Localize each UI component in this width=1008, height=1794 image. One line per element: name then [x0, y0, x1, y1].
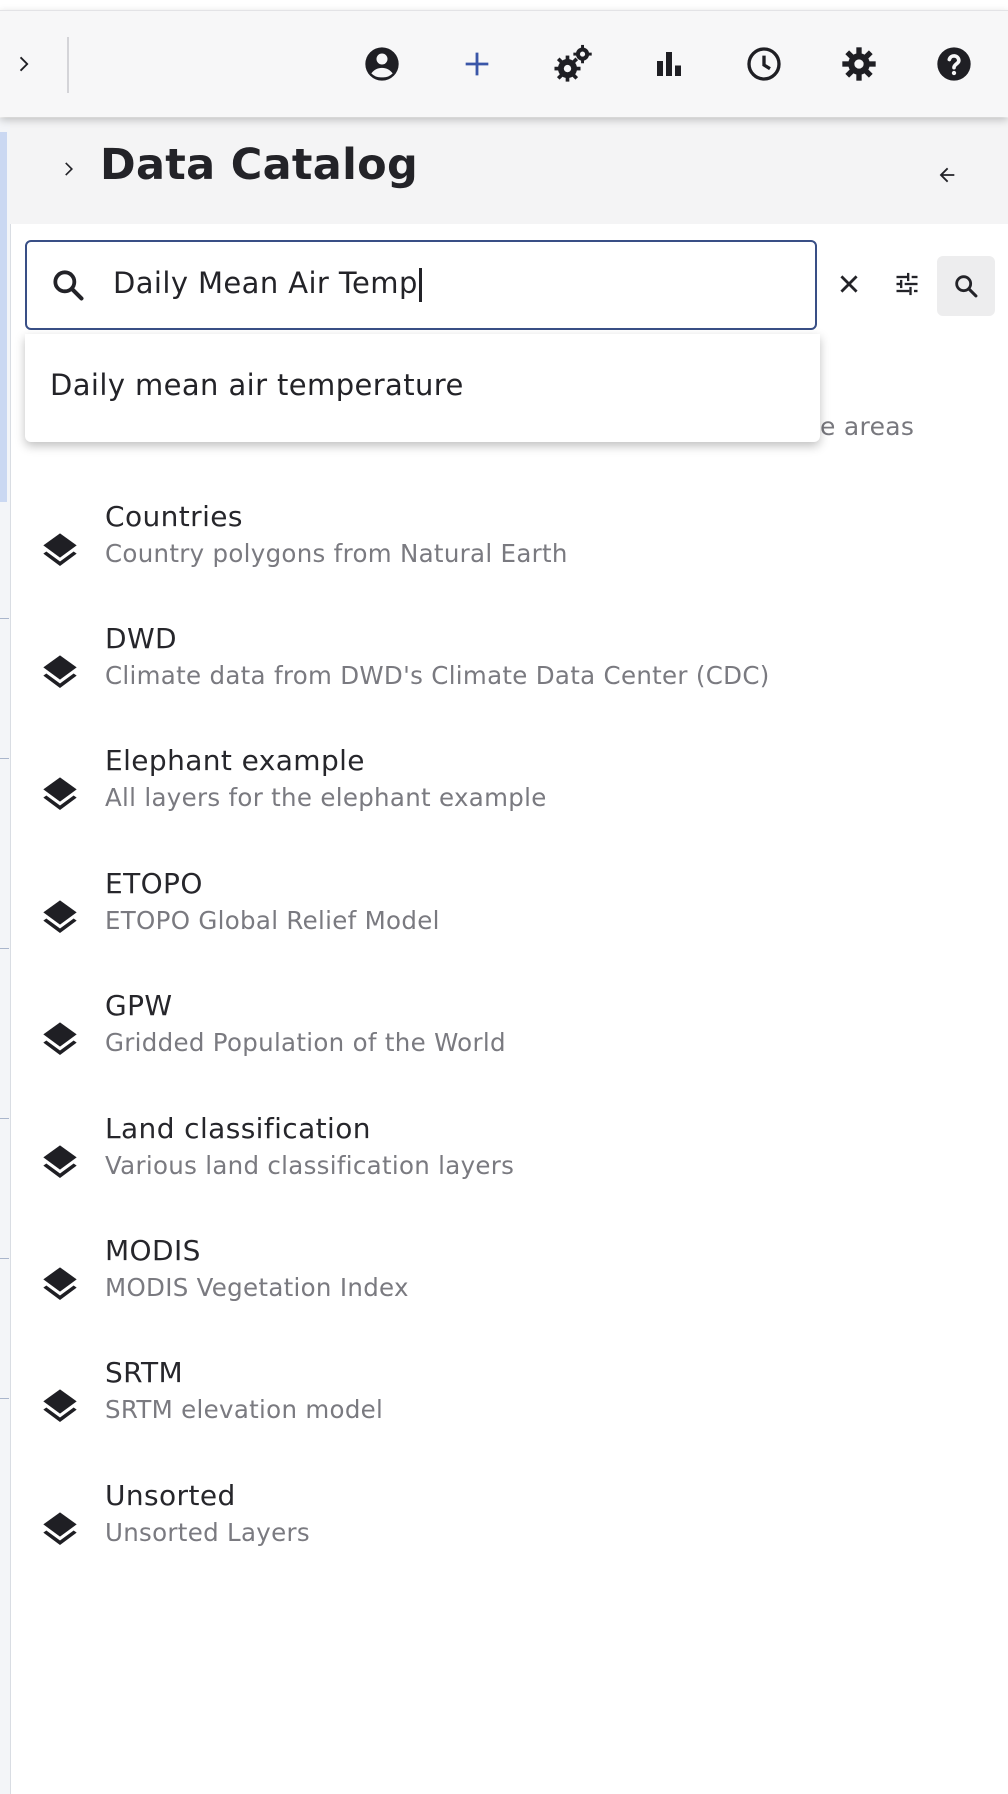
help-button[interactable]: [927, 37, 981, 91]
layers-icon: [43, 1389, 77, 1422]
tune-icon: [896, 272, 918, 296]
layers-icon: [43, 1267, 77, 1300]
panel-header: Data Catalog: [10, 118, 1008, 224]
add-data-button[interactable]: [450, 37, 504, 91]
catalog-item-subtitle: MODIS Vegetation Index: [105, 1273, 409, 1302]
help-icon: [937, 47, 971, 81]
catalog-item-title: MODIS: [105, 1234, 201, 1267]
map-line: [0, 1118, 9, 1119]
filter-button[interactable]: [885, 262, 929, 306]
layers-icon: [43, 900, 77, 933]
catalog-item-subtitle: Climate data from DWD's Climate Data Cen…: [105, 661, 770, 690]
catalog-item-subtitle: Various land classification layers: [105, 1151, 515, 1180]
clock-icon: [747, 47, 781, 81]
catalog-item-countries[interactable]: Countries Country polygons from Natural …: [10, 500, 1008, 620]
map-line: [0, 1398, 9, 1399]
settings-icon: [842, 47, 876, 81]
catalog-item-subtitle: SRTM elevation model: [105, 1395, 384, 1424]
catalog-item-title: GPW: [105, 989, 173, 1022]
account-circle-icon: [365, 47, 399, 81]
page-title: Data Catalog: [100, 140, 419, 190]
clear-search-button[interactable]: [827, 262, 871, 306]
catalog-item-etopo[interactable]: ETOPO ETOPO Global Relief Model: [10, 867, 1008, 987]
text-cursor: [418, 268, 422, 302]
gears-icon: [554, 44, 592, 82]
plots-button[interactable]: [642, 37, 696, 91]
close-icon: [840, 275, 858, 293]
catalog-item-title: Elephant example: [105, 744, 365, 777]
catalog-item-subtitle: Country polygons from Natural Earth: [105, 539, 568, 568]
layers-icon: [43, 533, 77, 566]
map-line: [0, 618, 9, 619]
operators-button[interactable]: [546, 37, 600, 91]
catalog-item-dwd[interactable]: DWD Climate data from DWD's Climate Data…: [10, 622, 1008, 742]
back-button[interactable]: [930, 158, 964, 192]
catalog-item-srtm[interactable]: SRTM SRTM elevation model: [10, 1356, 1008, 1476]
catalog-item-title: DWD: [105, 622, 178, 655]
catalog-item-title: Countries: [105, 500, 243, 533]
map-line: [0, 758, 9, 759]
time-button[interactable]: [737, 37, 791, 91]
chevron-right-icon: [19, 56, 29, 72]
catalog-item-unsorted[interactable]: Unsorted Unsorted Layers: [10, 1479, 1008, 1599]
obscured-subtitle-text: e areas: [820, 412, 915, 441]
catalog-item-subtitle: Gridded Population of the World: [105, 1028, 506, 1057]
autocomplete-option[interactable]: Daily mean air temperature: [50, 368, 464, 402]
search-icon: [53, 270, 84, 301]
catalog-item-subtitle: All layers for the elephant example: [105, 783, 547, 812]
catalog-item-title: Land classification: [105, 1112, 371, 1145]
map-line: [0, 1258, 9, 1259]
catalog-item-title: SRTM: [105, 1356, 184, 1389]
layers-icon: [43, 1512, 77, 1545]
catalog-item-gpw[interactable]: GPW Gridded Population of the World: [10, 989, 1008, 1109]
search-input-value[interactable]: Daily Mean Air Temp: [113, 266, 422, 302]
catalog-item-elephant-example[interactable]: Elephant example All layers for the elep…: [10, 744, 1008, 864]
catalog-item-title: Unsorted: [105, 1479, 236, 1512]
expand-sidebar-button[interactable]: [0, 37, 50, 91]
map-line: [0, 948, 9, 949]
search-input[interactable]: Daily Mean Air Temp: [25, 240, 817, 330]
catalog-item-modis[interactable]: MODIS MODIS Vegetation Index: [10, 1234, 1008, 1354]
layers-icon: [43, 1022, 77, 1055]
chevron-right-icon: [65, 162, 73, 176]
layers-icon: [43, 777, 77, 810]
catalog-item-land-classification[interactable]: Land classification Various land classif…: [10, 1112, 1008, 1232]
layers-icon: [43, 655, 77, 688]
arrow-left-icon: [939, 167, 955, 183]
top-toolbar: [0, 10, 1008, 117]
map-water-area: [0, 132, 7, 502]
search-icon: [955, 275, 978, 298]
add-icon: [465, 52, 489, 76]
catalog-item-subtitle: Unsorted Layers: [105, 1518, 310, 1547]
account-button[interactable]: [355, 37, 409, 91]
bar-chart-icon: [657, 52, 681, 76]
toolbar-divider: [67, 37, 69, 93]
search-submit-button[interactable]: [937, 256, 995, 316]
catalog-item-subtitle: ETOPO Global Relief Model: [105, 906, 440, 935]
autocomplete-dropdown: Daily mean air temperature: [25, 334, 820, 442]
settings-button[interactable]: [832, 37, 886, 91]
catalog-item-title: ETOPO: [105, 867, 203, 900]
panel-expand-button[interactable]: [55, 156, 81, 182]
layers-icon: [43, 1145, 77, 1178]
